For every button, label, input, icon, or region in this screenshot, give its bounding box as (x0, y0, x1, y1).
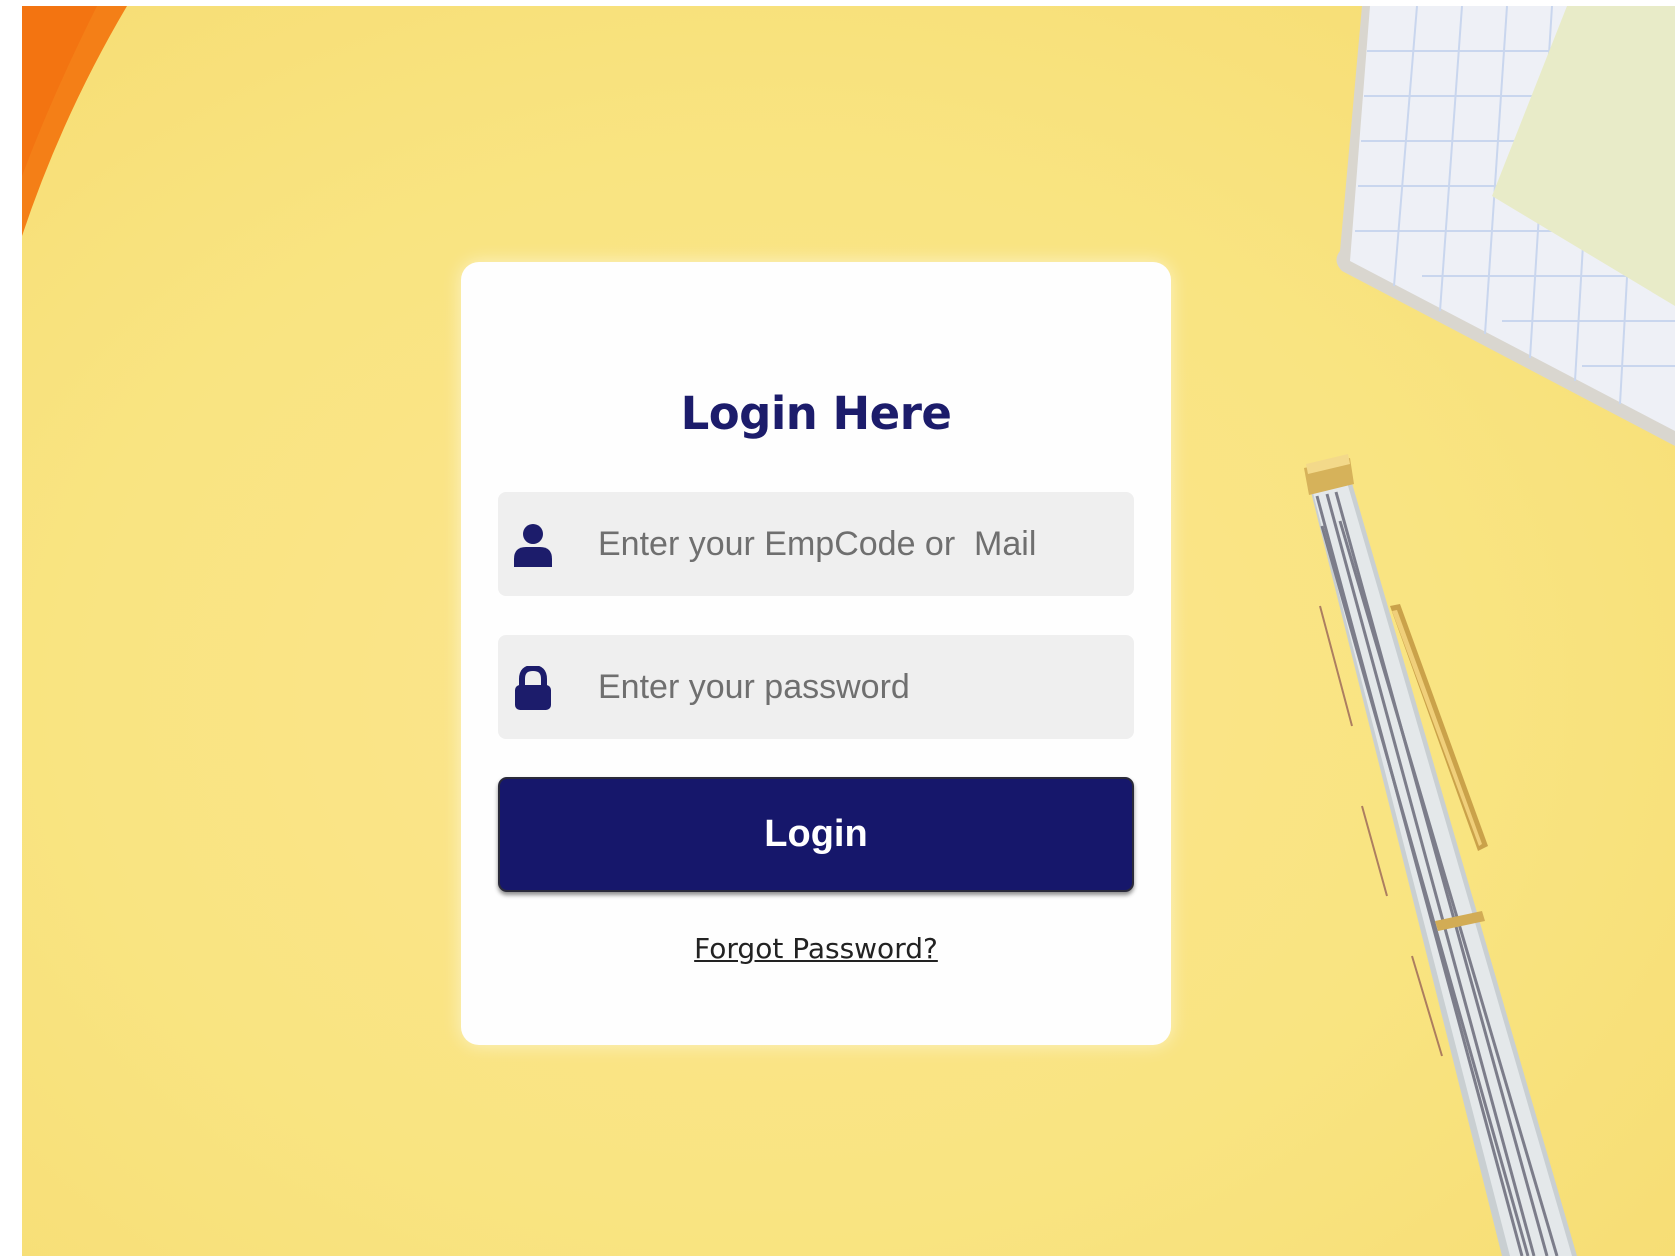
background-photo: Login Here Lo (22, 6, 1675, 1256)
username-field[interactable] (498, 492, 1134, 596)
login-card: Login Here Lo (461, 262, 1171, 1045)
user-icon (512, 523, 554, 567)
lock-icon (512, 664, 554, 710)
username-input[interactable] (598, 492, 1118, 596)
password-input[interactable] (598, 635, 1118, 739)
login-button[interactable]: Login (498, 777, 1134, 892)
password-field[interactable] (498, 635, 1134, 739)
login-title: Login Here (680, 387, 952, 440)
page: Login Here Lo (0, 0, 1675, 1256)
forgot-password-link[interactable]: Forgot Password? (461, 932, 1171, 965)
